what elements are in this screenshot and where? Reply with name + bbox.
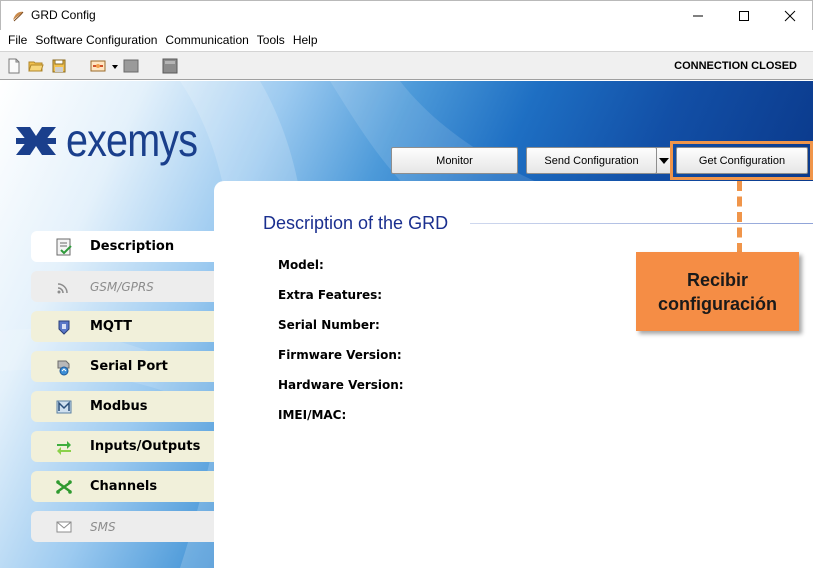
connection-status: CONNECTION CLOSED xyxy=(674,60,797,72)
modbus-icon xyxy=(56,400,72,414)
page-title: Description of the GRD xyxy=(263,213,449,233)
sidebar-tab-inputs-outputs[interactable]: Inputs/Outputs xyxy=(31,431,214,462)
sidebar-tab-modbus[interactable]: Modbus xyxy=(31,391,214,422)
send-configuration-button[interactable]: Send Configuration xyxy=(526,147,657,174)
connect-icon[interactable] xyxy=(90,58,106,74)
app-icon xyxy=(13,11,24,22)
menu-help[interactable]: Help xyxy=(289,30,322,50)
field-label-model: Model: xyxy=(278,258,324,272)
field-label-serial-number: Serial Number: xyxy=(278,318,380,332)
window-title: GRD Config xyxy=(31,8,96,22)
menu-software-configuration[interactable]: Software Configuration xyxy=(31,30,161,50)
sidebar-tab-sms[interactable]: SMS xyxy=(31,511,214,542)
sidebar-tab-label: MQTT xyxy=(90,319,133,334)
new-file-icon[interactable] xyxy=(6,58,22,74)
menu-bar: File Software Configuration Communicatio… xyxy=(0,30,813,50)
menu-communication[interactable]: Communication xyxy=(161,30,252,50)
menu-tools[interactable]: Tools xyxy=(253,30,289,50)
minimize-icon xyxy=(693,15,703,17)
save-icon[interactable] xyxy=(51,58,67,74)
sms-icon xyxy=(56,521,72,533)
close-button[interactable] xyxy=(767,1,813,31)
annotation-callout: Recibir configuración xyxy=(636,252,799,331)
sidebar-tab-label: Serial Port xyxy=(90,359,168,374)
inputs-outputs-icon xyxy=(57,441,71,455)
chevron-down-icon xyxy=(659,157,669,164)
sidebar-tab-label: Channels xyxy=(90,479,158,494)
logo-mark-icon xyxy=(16,127,56,155)
maximize-icon xyxy=(739,11,749,21)
serial-port-icon xyxy=(57,360,70,376)
close-icon xyxy=(784,10,796,22)
dropdown-arrow-icon[interactable] xyxy=(111,58,119,74)
sidebar-tab-gsm-gprs[interactable]: GSM/GPRS xyxy=(31,271,214,302)
wireless-icon xyxy=(57,283,68,294)
device-icon[interactable] xyxy=(162,58,178,74)
field-label-hardware-version: Hardware Version: xyxy=(278,378,404,392)
toolbar: CONNECTION CLOSED xyxy=(0,51,813,80)
mqtt-icon xyxy=(58,320,70,335)
maximize-button[interactable] xyxy=(721,1,767,31)
brand-logo: exemys xyxy=(16,113,206,166)
sidebar-tab-label: SMS xyxy=(90,519,116,534)
channels-icon xyxy=(56,480,72,494)
sidebar-tab-serial-port[interactable]: Serial Port xyxy=(31,351,214,382)
content-panel: Description of the GRD Model: Extra Feat… xyxy=(214,181,813,568)
description-icon xyxy=(56,238,72,256)
minimize-button[interactable] xyxy=(675,1,721,31)
title-divider xyxy=(470,223,813,224)
field-label-imei-mac: IMEI/MAC: xyxy=(278,408,347,422)
title-bar: GRD Config xyxy=(0,0,813,30)
callout-line-2: configuración xyxy=(657,293,777,314)
sidebar-tab-channels[interactable]: Channels xyxy=(31,471,214,502)
logo-text: exemys xyxy=(66,114,198,166)
get-configuration-highlight xyxy=(670,141,813,180)
menu-file[interactable]: File xyxy=(4,30,31,50)
open-folder-icon[interactable] xyxy=(28,58,44,74)
sidebar-tab-label: Description xyxy=(90,239,175,254)
sidebar-tab-label: Inputs/Outputs xyxy=(90,439,201,454)
field-label-extra-features: Extra Features: xyxy=(278,288,383,302)
field-label-firmware-version: Firmware Version: xyxy=(278,348,402,362)
sidebar-tab-label: GSM/GPRS xyxy=(90,279,154,294)
sidebar-tab-mqtt[interactable]: MQTT xyxy=(31,311,214,342)
callout-line-1: Recibir xyxy=(686,269,749,290)
sidebar-tab-description[interactable]: Description xyxy=(31,231,214,262)
sidebar-tab-label: Modbus xyxy=(90,399,148,414)
monitor-button[interactable]: Monitor xyxy=(391,147,518,174)
disconnect-icon[interactable] xyxy=(123,58,139,74)
annotation-connector xyxy=(737,181,742,253)
